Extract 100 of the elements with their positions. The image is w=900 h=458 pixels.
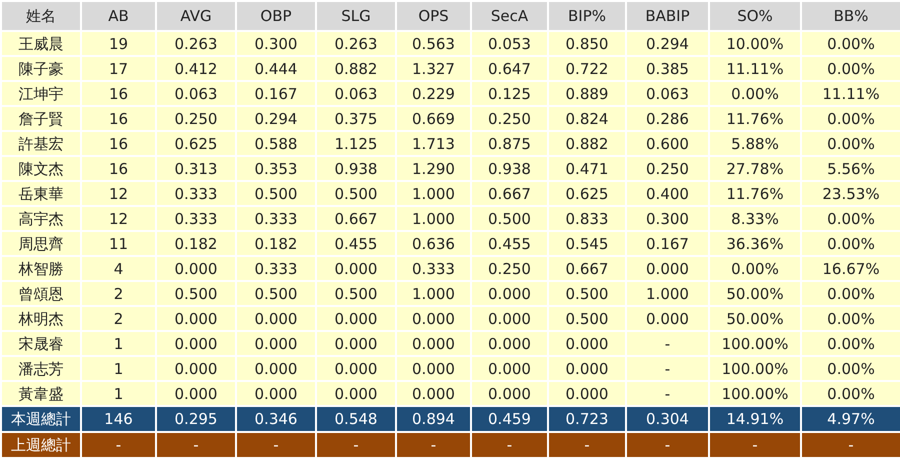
table-cell: 0.063 <box>156 81 236 106</box>
column-header: AB <box>81 1 156 31</box>
table-cell: 8.33% <box>709 206 801 231</box>
table-cell: 0.167 <box>626 231 709 256</box>
table-cell: - <box>626 331 709 356</box>
table-cell: 0.636 <box>396 231 471 256</box>
total-cell: 上週總計 <box>1 432 81 458</box>
table-cell: 2 <box>81 281 156 306</box>
table-cell: 0.667 <box>316 206 396 231</box>
table-cell: 0.000 <box>471 306 548 331</box>
table-cell: 0.412 <box>156 56 236 81</box>
table-cell: 0.444 <box>236 56 316 81</box>
table-cell: 詹子賢 <box>1 106 81 131</box>
table-cell: 100.00% <box>709 356 801 381</box>
column-header: OPS <box>396 1 471 31</box>
table-cell: 0.053 <box>471 31 548 56</box>
table-cell: 36.36% <box>709 231 801 256</box>
total-cell: 0.295 <box>156 406 236 432</box>
table-cell: 0.385 <box>626 56 709 81</box>
table-cell: 0.00% <box>801 356 900 381</box>
table-cell: 陳文杰 <box>1 156 81 181</box>
table-cell: 0.000 <box>548 356 626 381</box>
table-cell: 0.00% <box>801 56 900 81</box>
table-cell: 0.263 <box>316 31 396 56</box>
table-cell: 0.455 <box>471 231 548 256</box>
table-cell: 0.875 <box>471 131 548 156</box>
table-cell: 11.76% <box>709 181 801 206</box>
total-cell: 0.548 <box>316 406 396 432</box>
table-cell: 100.00% <box>709 331 801 356</box>
table-cell: - <box>626 356 709 381</box>
total-cell: - <box>626 432 709 458</box>
table-cell: 曾頌恩 <box>1 281 81 306</box>
table-cell: 陳子豪 <box>1 56 81 81</box>
table-cell: 0.000 <box>236 331 316 356</box>
table-cell: 0.333 <box>236 206 316 231</box>
table-cell: 10.00% <box>709 31 801 56</box>
table-cell: 0.00% <box>801 31 900 56</box>
table-cell: 0.294 <box>236 106 316 131</box>
table-cell: 0.00% <box>801 206 900 231</box>
table-cell: 0.600 <box>626 131 709 156</box>
table-cell: 0.00% <box>709 256 801 281</box>
table-cell: 0.000 <box>548 381 626 406</box>
table-cell: 0.850 <box>548 31 626 56</box>
table-cell: 0.000 <box>236 306 316 331</box>
table-cell: 23.53% <box>801 181 900 206</box>
total-cell: - <box>396 432 471 458</box>
table-cell: 5.56% <box>801 156 900 181</box>
table-cell: 27.78% <box>709 156 801 181</box>
table-cell: 0.500 <box>236 281 316 306</box>
column-header: BABIP <box>626 1 709 31</box>
total-cell: 0.723 <box>548 406 626 432</box>
table-cell: 0.063 <box>316 81 396 106</box>
total-cell: 0.894 <box>396 406 471 432</box>
table-cell: 0.00% <box>801 231 900 256</box>
table-cell: 林明杰 <box>1 306 81 331</box>
table-cell: 0.000 <box>156 381 236 406</box>
column-header: SO% <box>709 1 801 31</box>
table-cell: 0.313 <box>156 156 236 181</box>
table-cell: 0.938 <box>471 156 548 181</box>
table-cell: 0.300 <box>626 206 709 231</box>
table-cell: 0.000 <box>316 331 396 356</box>
table-cell: 0.882 <box>316 56 396 81</box>
table-cell: 0.563 <box>396 31 471 56</box>
table-cell: 0.000 <box>156 356 236 381</box>
table-cell: 0.063 <box>626 81 709 106</box>
total-cell: 0.459 <box>471 406 548 432</box>
table-cell: 0.000 <box>236 381 316 406</box>
table-cell: 0.250 <box>471 106 548 131</box>
table-cell: 16 <box>81 106 156 131</box>
table-cell: 0.500 <box>316 281 396 306</box>
table-cell: 0.263 <box>156 31 236 56</box>
table-cell: 潘志芳 <box>1 356 81 381</box>
table-cell: 1.000 <box>396 206 471 231</box>
table-cell: 0.000 <box>626 256 709 281</box>
table-cell: 0.000 <box>236 356 316 381</box>
table-cell: 0.000 <box>156 331 236 356</box>
table-cell: 1.713 <box>396 131 471 156</box>
column-header: BB% <box>801 1 900 31</box>
table-cell: 11 <box>81 231 156 256</box>
table-cell: 17 <box>81 56 156 81</box>
table-cell: 0.000 <box>548 331 626 356</box>
table-cell: 16 <box>81 131 156 156</box>
table-cell: 0.250 <box>471 256 548 281</box>
table-cell: 16 <box>81 81 156 106</box>
table-cell: 11.11% <box>801 81 900 106</box>
table-cell: 0.545 <box>548 231 626 256</box>
table-cell: 1.290 <box>396 156 471 181</box>
table-cell: 1 <box>81 356 156 381</box>
table-cell: 16.67% <box>801 256 900 281</box>
table-cell: 0.182 <box>156 231 236 256</box>
total-cell: 0.346 <box>236 406 316 432</box>
table-cell: 0.353 <box>236 156 316 181</box>
table-cell: 王威晨 <box>1 31 81 56</box>
column-header: 姓名 <box>1 1 81 31</box>
table-cell: 0.250 <box>156 106 236 131</box>
table-cell: 1.000 <box>396 181 471 206</box>
table-cell: 0.000 <box>626 306 709 331</box>
column-header: SLG <box>316 1 396 31</box>
table-cell: 4 <box>81 256 156 281</box>
table-cell: - <box>626 381 709 406</box>
